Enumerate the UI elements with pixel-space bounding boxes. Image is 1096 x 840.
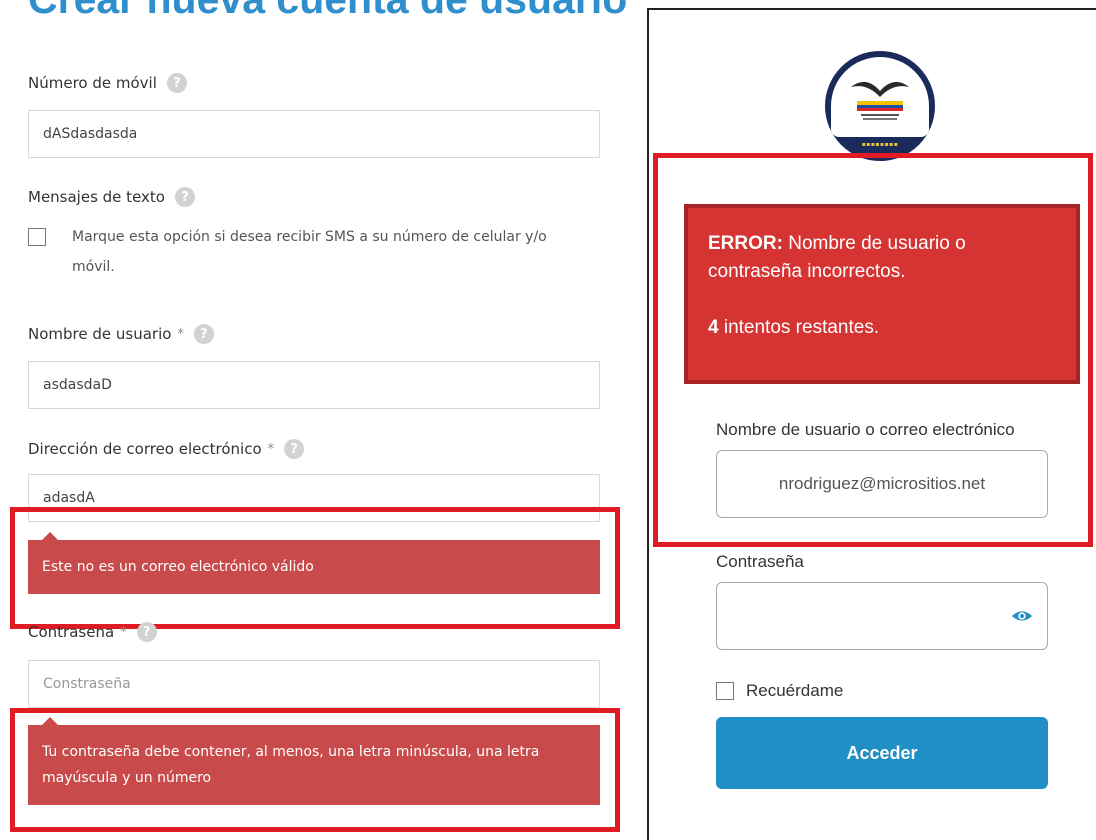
username-label: Nombre de usuario * ?	[28, 324, 214, 344]
password-label: Contrasena * ?	[28, 622, 157, 642]
username-input-value: asdasdaD	[43, 377, 112, 393]
password-placeholder: Constraseña	[43, 676, 131, 692]
email-label: Dirección de correo electrónico * ?	[28, 439, 305, 459]
page-title: Crear nueva cuenta de usuario	[28, 0, 627, 23]
required-marker: *	[120, 624, 127, 640]
login-password-input[interactable]	[716, 582, 1048, 650]
password-input[interactable]: Constraseña	[28, 660, 600, 708]
login-submit-button[interactable]: Acceder	[716, 717, 1048, 789]
email-error-highlight	[10, 507, 620, 629]
sms-label-text: Mensajes de texto	[28, 188, 165, 206]
remember-label: Recuérdame	[746, 681, 844, 700]
logo-caption: ▪▪▪▪▪▪▪▪	[861, 141, 899, 148]
username-label-text: Nombre de usuario	[28, 325, 172, 343]
email-label-text: Dirección de correo electrónico	[28, 440, 262, 458]
site-logo: ▪▪▪▪▪▪▪▪	[825, 51, 935, 161]
help-icon[interactable]: ?	[174, 187, 195, 207]
email-input-value: adasdA	[43, 490, 95, 506]
sms-checkbox[interactable]	[28, 228, 46, 246]
help-icon[interactable]: ?	[136, 622, 157, 642]
sms-label: Mensajes de texto ?	[28, 187, 195, 207]
required-marker: *	[177, 326, 184, 342]
eye-icon[interactable]	[1011, 605, 1033, 627]
username-input[interactable]: asdasdaD	[28, 361, 600, 409]
mobile-input[interactable]: dASdasdasda	[28, 110, 600, 158]
mobile-label-text: Número de móvil	[28, 74, 157, 92]
password-label-text: Contrasena	[28, 623, 115, 641]
mobile-label: Número de móvil ?	[28, 73, 187, 93]
sms-checkbox-label: Marque esta opción si desea recibir SMS …	[72, 229, 547, 275]
password-error-highlight	[10, 708, 620, 832]
help-icon[interactable]: ?	[193, 324, 214, 344]
remember-checkbox[interactable]	[716, 682, 734, 700]
login-error-highlight	[653, 153, 1093, 547]
login-password-label: Contraseña	[716, 552, 804, 571]
help-icon[interactable]: ?	[166, 73, 187, 93]
required-marker: *	[267, 441, 275, 457]
wings-icon	[851, 81, 909, 120]
logo-emblem	[831, 57, 929, 137]
help-icon[interactable]: ?	[284, 439, 305, 459]
mobile-input-value: dASdasdasda	[43, 126, 138, 142]
login-submit-label: Acceder	[846, 742, 918, 763]
